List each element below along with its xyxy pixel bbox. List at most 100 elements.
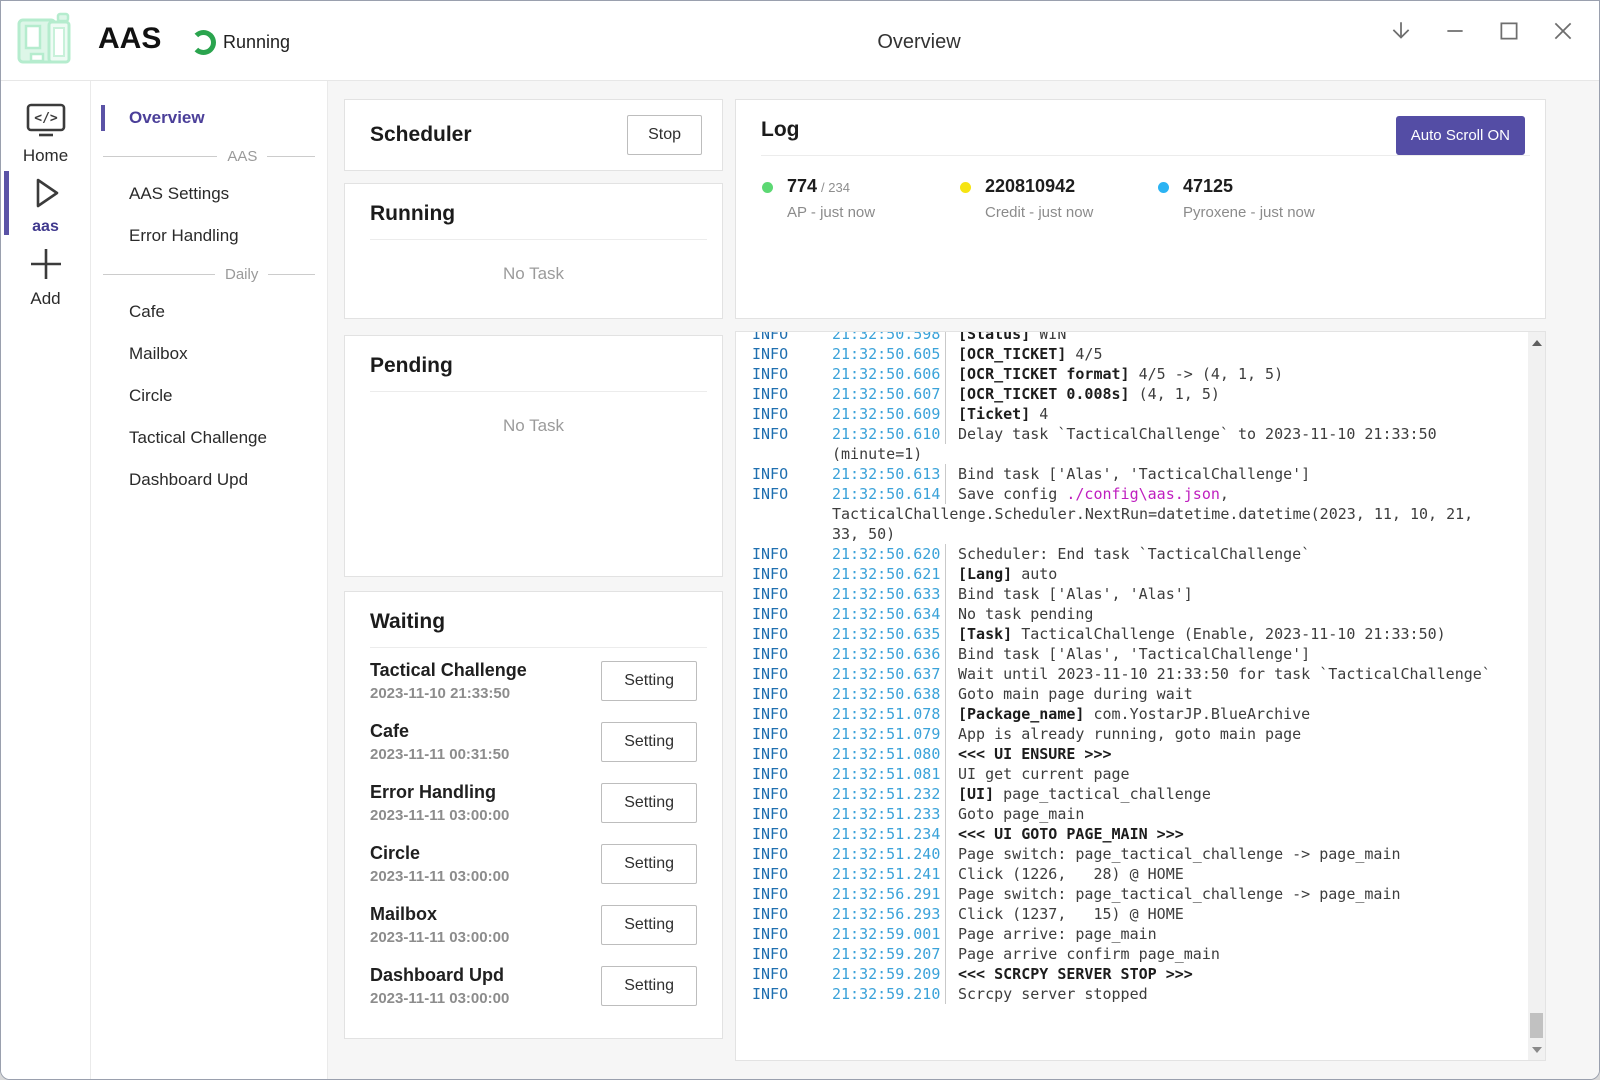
nav-item-cafe[interactable]: Cafe [91,291,327,333]
log-line: INFO21:32:50.634No task pending [752,604,1524,624]
rail-label-aas: aas [1,218,90,236]
plus-icon [28,246,64,282]
nav-section-daily: Daily [91,257,327,291]
log-title: Log [736,100,824,155]
running-empty-text: No Task [345,264,722,284]
rail-item-add[interactable]: Add [1,246,90,310]
running-spinner-icon [191,30,216,55]
scheduler-card: Scheduler Stop [344,99,723,171]
log-line: INFO21:32:51.078[Package_name] com.Yosta… [752,704,1524,724]
nav-list: Overview AAS AAS Settings Error Handling… [91,97,327,501]
log-line: INFO21:32:50.635[Task] TacticalChallenge… [752,624,1524,644]
title-bar: AAS Running Overview [1,1,1599,81]
waiting-task-row: Circle 2023-11-11 03:00:00 Setting [345,833,722,894]
rail-item-home[interactable]: </> Home [1,101,90,161]
divider [761,155,1530,156]
window-controls [1389,19,1575,43]
stat-total: / 234 [821,180,850,195]
svg-text:</>: </> [34,111,58,126]
waiting-task-next-run: 2023-11-11 03:00:00 [370,868,509,885]
log-line: INFO21:32:50.636Bind task ['Alas', 'Tact… [752,644,1524,664]
log-line: INFO21:32:59.207Page arrive confirm page… [752,944,1524,964]
stat-value: 220810942 [985,176,1075,196]
task-setting-button[interactable]: Setting [601,783,697,823]
hide-arrow-icon[interactable] [1389,19,1413,43]
waiting-title: Waiting [345,592,722,647]
nav-item-aas-settings[interactable]: AAS Settings [91,173,327,215]
log-line-continuation: 33, 50) [752,524,1524,544]
rail-label-add: Add [1,289,90,309]
resource-stat: 774 / 234 AP - just now [762,176,960,221]
log-scrollbar[interactable] [1528,332,1545,1060]
waiting-task-row: Cafe 2023-11-11 00:31:50 Setting [345,711,722,772]
log-line: INFO21:32:59.209<<< SCRCPY SERVER STOP >… [752,964,1524,984]
rail-selected-indicator [4,171,9,235]
waiting-task-row: Dashboard Upd 2023-11-11 03:00:00 Settin… [345,955,722,1016]
rail-item-aas[interactable]: aas [1,171,90,235]
log-line: INFO21:32:50.613Bind task ['Alas', 'Tact… [752,464,1524,484]
log-line: INFO21:32:50.621[Lang] auto [752,564,1524,584]
log-line: INFO21:32:51.240Page switch: page_tactic… [752,844,1524,864]
nav-item-error-handling[interactable]: Error Handling [91,215,327,257]
divider [370,391,707,392]
waiting-task-row: Tactical Challenge 2023-11-10 21:33:50 S… [345,650,722,711]
minimize-icon[interactable] [1443,19,1467,43]
waiting-task-name: Dashboard Upd [370,965,509,986]
stat-value: 774 [787,176,817,196]
nav-item-overview[interactable]: Overview [91,97,327,139]
task-setting-button[interactable]: Setting [601,905,697,945]
scrollbar-thumb[interactable] [1530,1013,1543,1038]
stop-button[interactable]: Stop [627,115,702,155]
stat-color-dot [762,182,773,193]
log-line: INFO21:32:59.001Page arrive: page_main [752,924,1524,944]
pending-empty-text: No Task [345,416,722,436]
nav-section-aas: AAS [91,139,327,173]
log-line: INFO21:32:50.598[Status] WIN [752,331,1524,344]
nav-item-tactical-challenge[interactable]: Tactical Challenge [91,417,327,459]
log-line: INFO21:32:50.610Delay task `TacticalChal… [752,424,1524,444]
waiting-task-next-run: 2023-11-10 21:33:50 [370,685,527,702]
log-stats: 774 / 234 AP - just now 220810942 Credit … [736,176,1545,221]
maximize-icon[interactable] [1497,19,1521,43]
auto-scroll-button[interactable]: Auto Scroll ON [1396,116,1525,155]
nav-item-circle[interactable]: Circle [91,375,327,417]
main-content: Scheduler Stop Running No Task Pending N… [328,81,1599,1079]
close-icon[interactable] [1551,19,1575,43]
waiting-task-name: Tactical Challenge [370,660,527,681]
running-title: Running [345,184,722,239]
scheduler-status-text: Running [223,32,290,53]
log-line: INFO21:32:51.233Goto page_main [752,804,1524,824]
stat-label: Credit - just now [985,204,1093,221]
pending-title: Pending [345,336,722,391]
resource-stat: 47125 Pyroxene - just now [1158,176,1356,221]
task-setting-button[interactable]: Setting [601,844,697,884]
task-setting-button[interactable]: Setting [601,722,697,762]
pending-card: Pending No Task [344,335,723,577]
log-card: Log Auto Scroll ON 774 / 234 AP - just no… [735,99,1546,319]
waiting-card: Waiting Tactical Challenge 2023-11-10 21… [344,591,723,1039]
scrollbar-down-arrow-icon[interactable] [1528,1041,1545,1058]
nav-item-mailbox[interactable]: Mailbox [91,333,327,375]
scrollbar-up-arrow-icon[interactable] [1528,334,1545,351]
waiting-task-list: Tactical Challenge 2023-11-10 21:33:50 S… [345,648,722,1016]
log-output-panel[interactable]: INFO21:32:50.598[Status] WIN INFO21:32:5… [735,331,1546,1061]
stat-label: Pyroxene - just now [1183,204,1315,221]
log-line: INFO21:32:51.080<<< UI ENSURE >>> [752,744,1524,764]
page-title: Overview [877,31,960,54]
log-line: INFO21:32:50.637Wait until 2023-11-10 21… [752,664,1524,684]
waiting-task-next-run: 2023-11-11 03:00:00 [370,929,509,946]
log-line: INFO21:32:50.633Bind task ['Alas', 'Alas… [752,584,1524,604]
log-line: INFO21:32:50.620Scheduler: End task `Tac… [752,544,1524,564]
task-setting-button[interactable]: Setting [601,661,697,701]
waiting-task-row: Error Handling 2023-11-11 03:00:00 Setti… [345,772,722,833]
stat-value: 47125 [1183,176,1233,196]
nav-item-dashboard-upd[interactable]: Dashboard Upd [91,459,327,501]
log-line: INFO21:32:51.079App is already running, … [752,724,1524,744]
waiting-task-next-run: 2023-11-11 03:00:00 [370,807,509,824]
waiting-task-row: Mailbox 2023-11-11 03:00:00 Setting [345,894,722,955]
left-rail: </> Home aas Add [1,81,91,1079]
log-line: INFO21:32:50.607[OCR_TICKET 0.008s] (4, … [752,384,1524,404]
stat-label: AP - just now [787,204,875,221]
task-setting-button[interactable]: Setting [601,966,697,1006]
log-line: INFO21:32:51.081UI get current page [752,764,1524,784]
